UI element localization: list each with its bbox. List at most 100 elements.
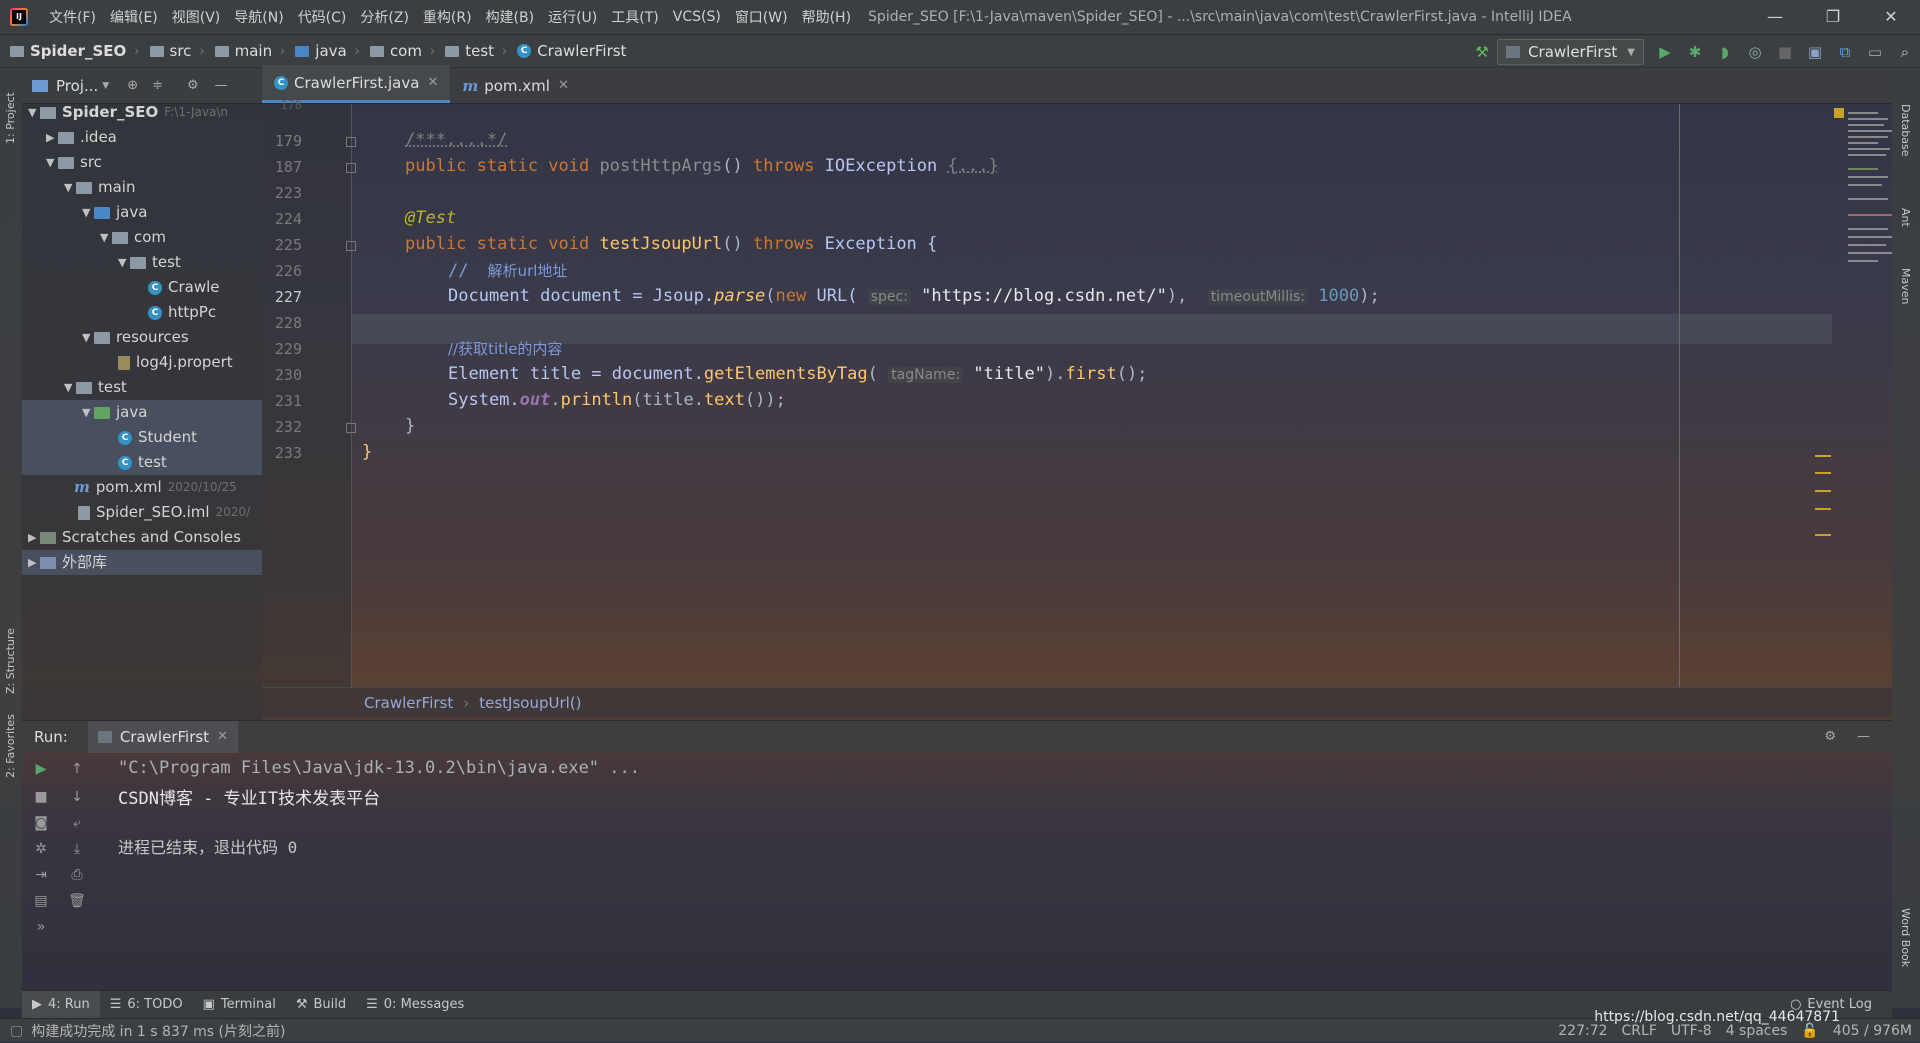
tab-run[interactable]: ▶ 4: Run [22, 990, 100, 1019]
coverage-icon[interactable]: ◗ [1710, 37, 1740, 67]
crumb-src[interactable]: src › [149, 42, 205, 60]
menu-build[interactable]: 构建(B) [479, 7, 542, 27]
run-tab[interactable]: CrawlerFirst ✕ [87, 720, 238, 753]
tab-pom[interactable]: m pom.xml ✕ [450, 68, 581, 103]
favorites-tool-tab[interactable]: 2: Favorites [4, 714, 17, 778]
warning-stripe[interactable] [1815, 534, 1831, 536]
minimize-button[interactable]: — [1746, 0, 1804, 34]
wordbook-tool-tab[interactable]: Word Book [1899, 908, 1912, 967]
status-panel-icon[interactable]: ▢ [10, 1023, 23, 1039]
scroll-up-icon[interactable]: ↑ [66, 758, 88, 780]
tab-build[interactable]: ⚒ Build [286, 991, 356, 1019]
crumb-main[interactable]: main › [214, 42, 285, 60]
caret-position[interactable]: 227:72 [1558, 1023, 1607, 1039]
collapse-arrow-icon[interactable]: ▶ [28, 550, 40, 575]
translate-icon[interactable]: ⧉ [1830, 37, 1860, 67]
line-separator[interactable]: CRLF [1622, 1023, 1657, 1039]
menu-view[interactable]: 视图(V) [165, 7, 228, 27]
tree-item-project-root[interactable]: ▼ Spider_SEO F:\1-Java\n [28, 100, 228, 125]
hide-icon[interactable]: — [1857, 729, 1870, 744]
tree-item-test-folder[interactable]: ▼ test [64, 375, 127, 400]
status-message[interactable]: 构建成功完成 in 1 s 837 ms (片刻之前) [31, 1021, 285, 1041]
debug-icon[interactable]: ✱ [1680, 37, 1710, 67]
project-view-select[interactable]: Proj... [56, 77, 98, 95]
expand-arrow-icon[interactable]: ▼ [82, 200, 94, 225]
indent-setting[interactable]: 4 spaces [1726, 1023, 1788, 1039]
expand-arrow-icon[interactable]: ▼ [100, 225, 112, 250]
soft-wrap-icon[interactable]: ⤶ [66, 812, 88, 834]
tree-item-idea[interactable]: ▶ .idea [46, 125, 117, 150]
tree-item-httppc[interactable]: ChttpPc [148, 300, 216, 325]
expand-arrow-icon[interactable]: ▼ [64, 375, 76, 400]
warning-stripe[interactable] [1815, 490, 1831, 492]
tree-item-log4j[interactable]: log4j.propert [118, 350, 233, 375]
menu-vcs[interactable]: VCS(S) [666, 9, 728, 25]
menu-help[interactable]: 帮助(H) [795, 7, 858, 27]
collapse-arrow-icon[interactable]: ▶ [28, 525, 40, 550]
project-structure-icon[interactable]: ▣ [1800, 37, 1830, 67]
rerun-icon[interactable]: ▶ [30, 758, 52, 780]
scroll-down-icon[interactable]: ↓ [66, 786, 88, 808]
menu-tools[interactable]: 工具(T) [604, 7, 665, 27]
ant-tool-tab[interactable]: Ant [1899, 208, 1912, 227]
menu-analyze[interactable]: 分析(Z) [353, 7, 416, 27]
tree-item-main-java[interactable]: ▼ java [82, 200, 147, 225]
menu-edit[interactable]: 编辑(E) [103, 7, 165, 27]
breadcrumb-method[interactable]: testJsoupUrl() [479, 694, 581, 712]
tree-item-test-class[interactable]: Ctest [22, 450, 262, 475]
file-encoding[interactable]: UTF-8 [1671, 1023, 1712, 1039]
menu-navigate[interactable]: 导航(N) [227, 7, 290, 27]
exit-icon[interactable]: ⇥ [30, 864, 52, 886]
print-icon[interactable]: ⎙ [66, 864, 88, 886]
close-window-button[interactable]: ✕ [1862, 0, 1920, 34]
tree-item-resources[interactable]: ▼ resources [82, 325, 189, 350]
crumb-com[interactable]: com › [369, 42, 435, 60]
structure-tool-tab[interactable]: Z: Structure [4, 628, 17, 694]
run-config-select[interactable]: CrawlerFirst ▼ [1497, 39, 1644, 65]
gear-icon[interactable]: ⚙ [1824, 729, 1836, 744]
expand-arrow-icon[interactable]: ▼ [82, 400, 94, 425]
tab-terminal[interactable]: ▣ Terminal [193, 991, 286, 1019]
menu-file[interactable]: 文件(F) [42, 7, 103, 27]
tree-item-external-libraries[interactable]: ▶ 外部库 [22, 550, 262, 575]
close-icon[interactable]: ✕ [427, 75, 438, 90]
memory-indicator[interactable]: 405 / 976M [1833, 1023, 1912, 1039]
locate-icon[interactable]: ⊕ [127, 78, 138, 93]
crumb-java[interactable]: java › [295, 42, 360, 60]
expand-arrow-icon[interactable]: ▼ [118, 250, 130, 275]
maven-tool-tab[interactable]: Maven [1899, 268, 1912, 304]
more-icon[interactable]: » [30, 916, 52, 938]
tree-item-test-java[interactable]: ▼ java [22, 400, 262, 425]
tree-item-com[interactable]: ▼ com [100, 225, 166, 250]
camera-icon[interactable]: ◙ [30, 812, 52, 834]
expand-arrow-icon[interactable]: ▼ [28, 100, 40, 125]
code-editor[interactable]: /***....*/ public static void postHttpAr… [352, 104, 1892, 687]
lock-icon[interactable]: 🔓 [1801, 1023, 1818, 1039]
chevron-down-icon[interactable]: ▼ [102, 81, 109, 91]
presentation-icon[interactable]: ▭ [1860, 37, 1890, 67]
menu-code[interactable]: 代码(C) [291, 7, 354, 27]
menu-refactor[interactable]: 重构(R) [416, 7, 479, 27]
profile-icon[interactable]: ◎ [1740, 37, 1770, 67]
menu-window[interactable]: 窗口(W) [728, 7, 795, 27]
restore-button[interactable]: ❐ [1804, 0, 1862, 34]
expand-arrow-icon[interactable]: ▼ [64, 175, 76, 200]
hide-icon[interactable]: — [215, 78, 228, 93]
database-tool-tab[interactable]: Database [1899, 104, 1912, 157]
collapse-arrow-icon[interactable]: ▶ [46, 125, 58, 150]
trash-icon[interactable]: 🗑 [66, 890, 88, 912]
menu-run[interactable]: 运行(U) [541, 7, 604, 27]
expand-arrow-icon[interactable]: ▼ [46, 150, 58, 175]
warning-stripe[interactable] [1815, 455, 1831, 457]
tree-item-src[interactable]: ▼ src [46, 150, 102, 175]
search-icon[interactable]: ⌕ [1890, 37, 1920, 67]
layout-icon[interactable]: ▤ [30, 890, 52, 912]
tab-todo[interactable]: ☰ 6: TODO [100, 991, 193, 1019]
tree-item-student[interactable]: C Student [22, 425, 262, 450]
console-output[interactable]: "C:\Program Files\Java\jdk-13.0.2\bin\ja… [110, 752, 1892, 990]
code-minimap[interactable] [1830, 104, 1892, 344]
tree-item-scratches[interactable]: ▶ Scratches and Consoles [28, 525, 241, 550]
expand-arrow-icon[interactable]: ▼ [82, 325, 94, 350]
stop-icon[interactable]: ■ [1770, 37, 1800, 67]
run-icon[interactable]: ▶ [1650, 37, 1680, 67]
